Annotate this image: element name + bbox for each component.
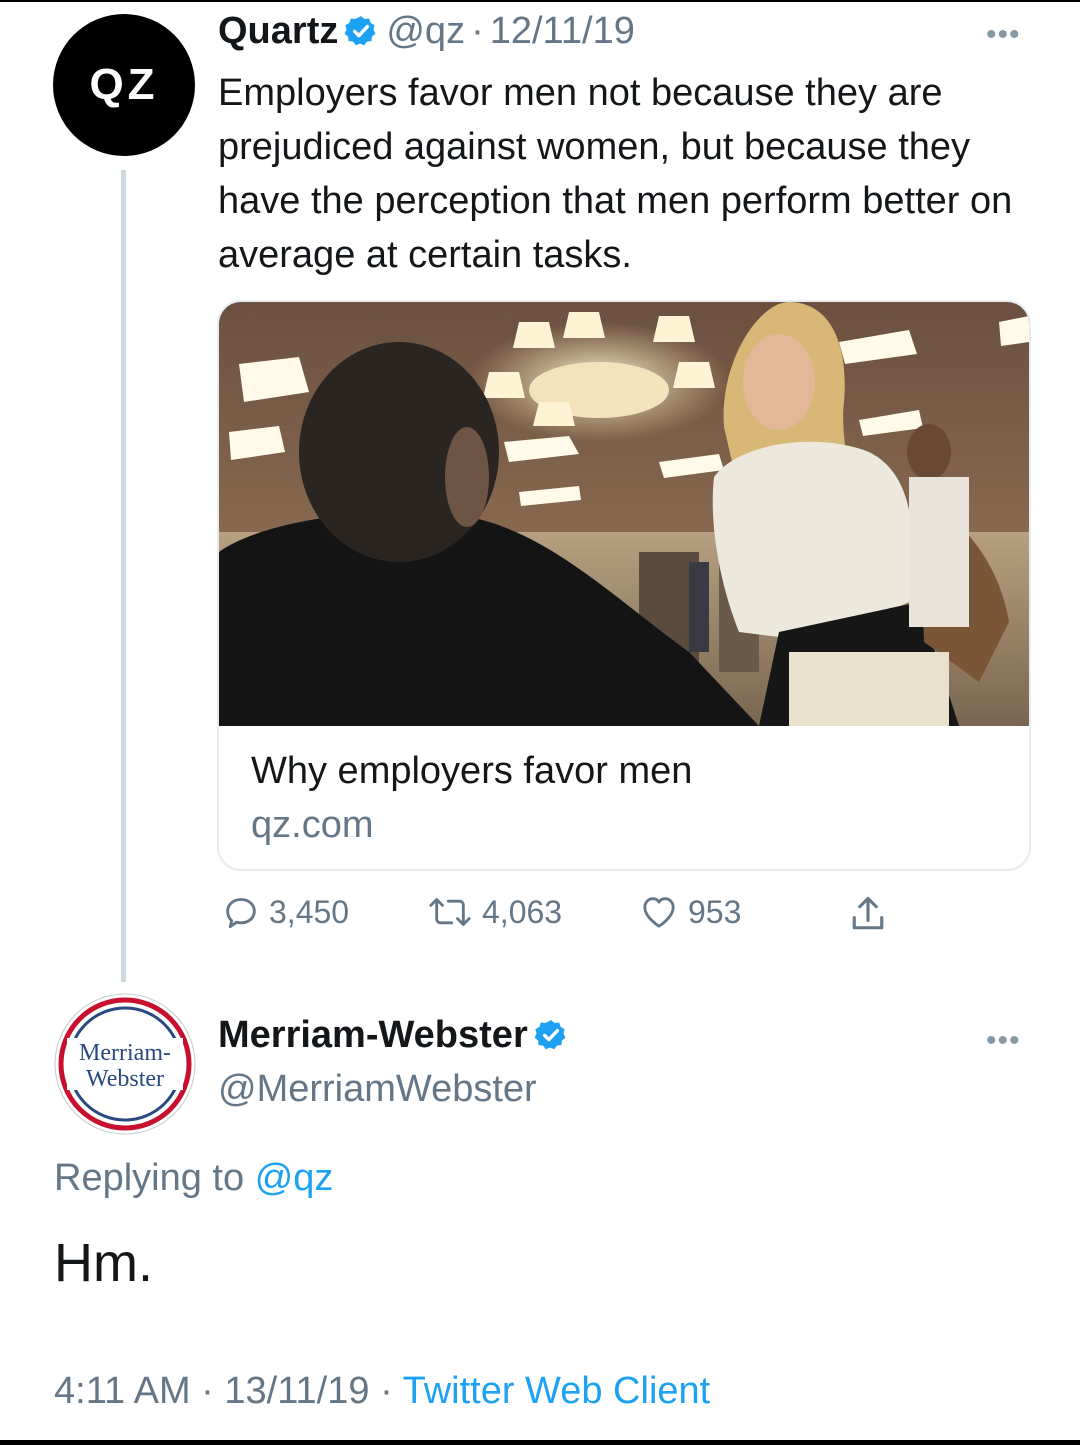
footer-separator-2: · [380,1370,393,1412]
verified-badge-icon [344,16,376,46]
card-domain: qz.com [251,804,374,846]
replying-to-handle-link[interactable]: @qz [255,1157,334,1199]
author-handle[interactable]: @qz [386,10,465,52]
replying-to-line: Replying to @qz [54,1157,333,1200]
reply-bubble-icon [226,898,256,929]
retweet-action[interactable]: 4,063 [426,892,562,932]
reply-more-options-icon[interactable]: ••• [986,1024,1021,1058]
replying-to-label: Replying to [54,1157,245,1199]
quartz-avatar-text: QZ [89,60,159,109]
reply-author-name[interactable]: Merriam-Webster [218,1014,528,1056]
reply-action[interactable]: 3,450 [221,892,349,932]
card-photo-illustration [219,302,1029,726]
link-card[interactable]: Why employers favor men qz.com [217,300,1031,871]
reply-timestamp-line: 4:11 AM · 13/11/19 · Twitter Web Client [54,1370,710,1413]
card-title[interactable]: Why employers favor men [251,750,692,793]
logo-text-line1: Merriam- [79,1040,171,1066]
reply-source-link[interactable]: Twitter Web Client [403,1370,711,1412]
tweet-date[interactable]: 12/11/19 [490,10,635,52]
like-action[interactable]: 953 [638,892,741,932]
reply-body-text: Hm. [54,1233,153,1293]
verified-badge-icon [534,1020,566,1050]
thread-connector-line [121,170,126,982]
like-count: 953 [688,893,742,930]
retweet-count: 4,063 [482,893,563,930]
reply-author-handle[interactable]: @MerriamWebster [218,1068,537,1111]
header-separator: · [471,10,484,52]
card-image [219,302,1029,726]
author-name[interactable]: Quartz [218,10,338,52]
footer-separator-1: · [201,1370,214,1412]
merriam-webster-logo: Merriam- Webster [54,993,196,1135]
reply-date[interactable]: 13/11/19 [224,1370,369,1412]
logo-text-line2: Webster [86,1066,164,1092]
share-action[interactable] [846,892,898,936]
quartz-avatar[interactable]: QZ [53,14,195,156]
tweet-screen: QZ Quartz @qz · 12/11/19 ••• Employers favo… [0,2,1080,1440]
tweet-header: Quartz @qz · 12/11/19 [218,10,635,53]
merriam-webster-avatar[interactable]: Merriam- Webster [53,992,197,1136]
reply-header: Merriam-Webster [218,1014,576,1057]
more-options-icon[interactable]: ••• [986,18,1021,52]
retweet-icon [429,898,471,926]
reply-time[interactable]: 4:11 AM [54,1370,191,1412]
share-icon [852,896,884,930]
tweet-body-text: Employers favor men not because they are… [218,72,1013,276]
reply-count: 3,450 [269,893,350,930]
heart-icon [643,897,675,928]
